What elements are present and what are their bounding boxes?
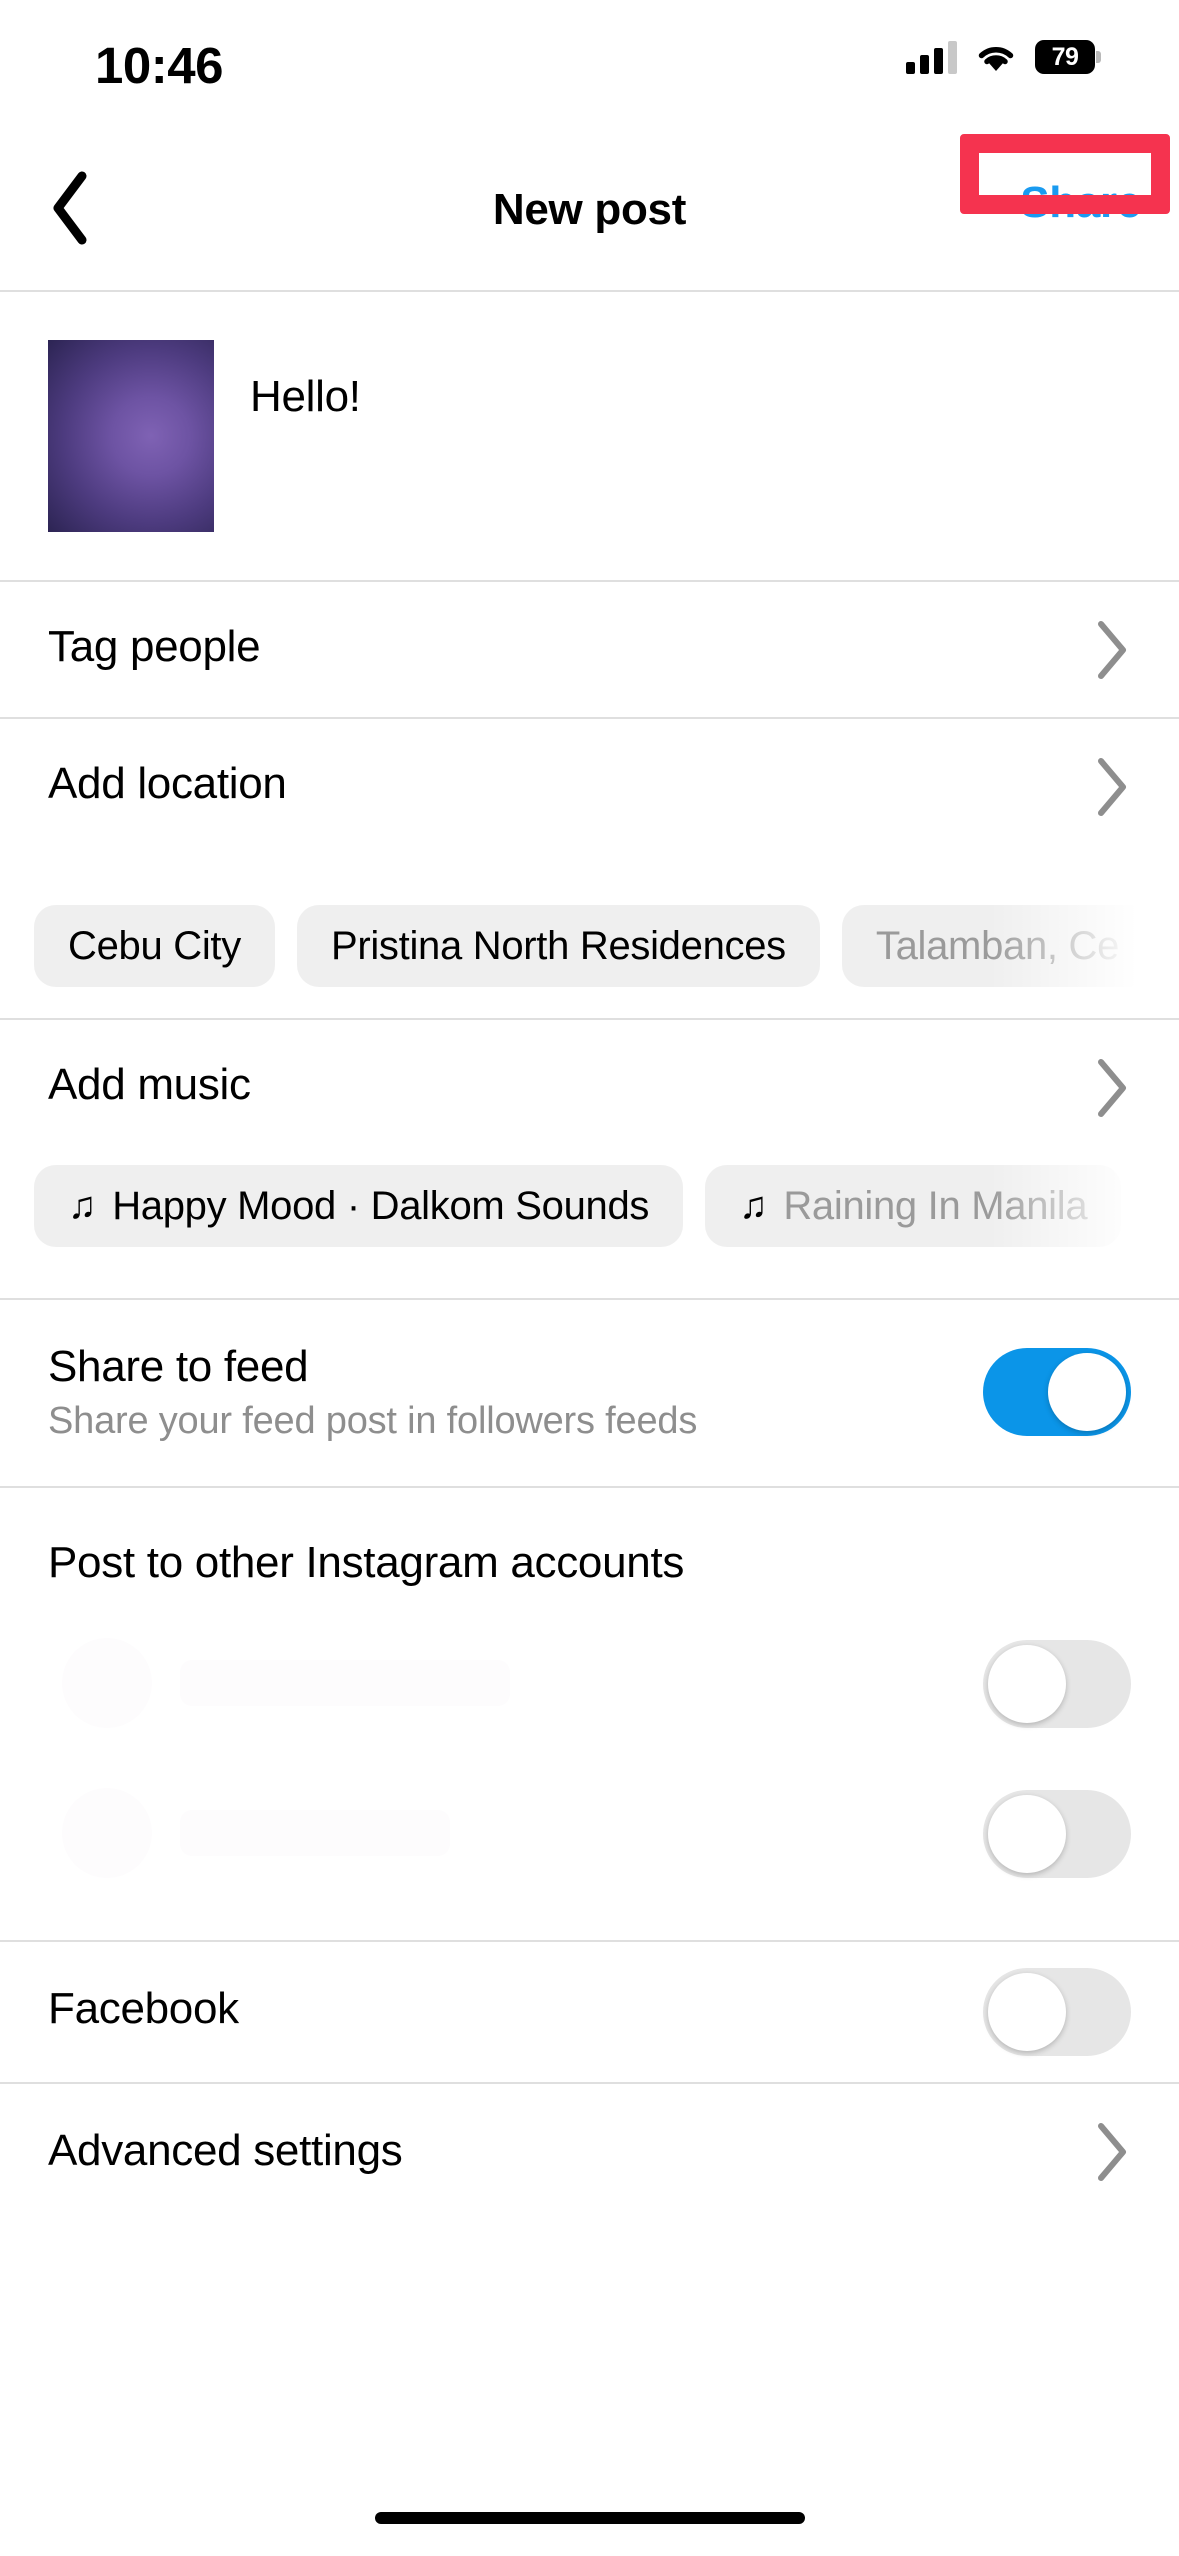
add-music-row[interactable]: Add music	[0, 1020, 1179, 1155]
other-account-toggle[interactable]	[983, 1640, 1131, 1728]
location-chip-label: Cebu City	[68, 923, 241, 968]
add-location-row[interactable]: Add location	[0, 719, 1179, 854]
music-chip[interactable]: ♫ Happy Mood · Dalkom Sounds	[34, 1165, 684, 1247]
other-account-toggle[interactable]	[983, 1790, 1131, 1878]
instagram-new-post-screen: 10:46 79 New post Share Hello! Tag peopl…	[0, 0, 1179, 2556]
wifi-icon	[975, 41, 1017, 73]
toggle-knob	[988, 1795, 1066, 1873]
other-accounts-section: Post to other Instagram accounts	[0, 1488, 1179, 1940]
facebook-label: Facebook	[48, 1984, 239, 2033]
toggle-knob	[988, 1973, 1066, 2051]
battery-icon: 79	[1035, 40, 1101, 74]
location-chip-label: Pristina North Residences	[330, 923, 786, 968]
cellular-signal-icon	[906, 40, 957, 74]
status-bar: 10:46 79	[0, 0, 1179, 130]
advanced-settings-label: Advanced settings	[48, 2126, 403, 2175]
music-note-icon: ♫	[68, 1184, 97, 1227]
battery-percent: 79	[1051, 42, 1079, 71]
music-chip[interactable]: ♫ Raining In Manila	[705, 1165, 1122, 1247]
status-bar-indicators: 79	[906, 40, 1101, 74]
page-title: New post	[492, 185, 687, 234]
chevron-right-icon	[1091, 2120, 1131, 2184]
music-chip-label: Raining In Manila	[783, 1183, 1088, 1228]
music-suggestions[interactable]: ♫ Happy Mood · Dalkom Sounds ♫ Raining In M…	[0, 1165, 1179, 1251]
share-to-feed-label: Share to feed	[48, 1342, 309, 1391]
chevron-right-icon	[1091, 755, 1131, 819]
home-indicator	[374, 2512, 805, 2524]
chevron-left-icon	[48, 170, 92, 251]
status-bar-time: 10:46	[95, 37, 223, 94]
caption-text[interactable]: Hello!	[250, 372, 361, 422]
account-name-placeholder	[180, 1660, 510, 1706]
location-chip-label: Talamban, Ce	[875, 923, 1120, 968]
music-chip-label: Happy Mood · Dalkom Sounds	[112, 1183, 650, 1228]
add-location-label: Add location	[48, 759, 287, 808]
post-thumbnail[interactable]	[48, 340, 214, 532]
share-to-feed-row[interactable]: Share to feed Share your feed post in fo…	[0, 1300, 1179, 1486]
account-avatar-placeholder	[62, 1638, 152, 1728]
chevron-right-icon	[1091, 618, 1131, 682]
toggle-knob	[988, 1645, 1066, 1723]
account-name-placeholder	[180, 1810, 450, 1856]
other-accounts-title: Post to other Instagram accounts	[48, 1538, 685, 1587]
back-button[interactable]	[22, 162, 118, 258]
tag-people-label: Tag people	[48, 622, 261, 671]
tag-people-row[interactable]: Tag people	[0, 582, 1179, 717]
caption-row[interactable]: Hello!	[0, 292, 1179, 580]
location-chip[interactable]: Cebu City	[34, 905, 275, 987]
location-chip[interactable]: Talamban, Ce	[841, 905, 1154, 987]
location-suggestions[interactable]: Cebu City Pristina North Residences Talamb…	[0, 905, 1179, 991]
navigation-bar: New post Share	[0, 130, 1179, 290]
account-avatar-placeholder	[62, 1788, 152, 1878]
toggle-knob	[1048, 1353, 1126, 1431]
add-music-label: Add music	[48, 1060, 251, 1109]
chevron-right-icon	[1091, 1056, 1131, 1120]
location-chip[interactable]: Pristina North Residences	[296, 905, 820, 987]
facebook-row[interactable]: Facebook	[0, 1942, 1179, 2082]
share-to-feed-toggle[interactable]	[983, 1348, 1131, 1436]
share-button[interactable]: Share	[1020, 178, 1141, 228]
advanced-settings-row[interactable]: Advanced settings	[0, 2084, 1179, 2220]
music-note-icon: ♫	[739, 1184, 768, 1227]
facebook-toggle[interactable]	[983, 1968, 1131, 2056]
share-to-feed-subtitle: Share your feed post in followers feeds	[48, 1400, 698, 1442]
